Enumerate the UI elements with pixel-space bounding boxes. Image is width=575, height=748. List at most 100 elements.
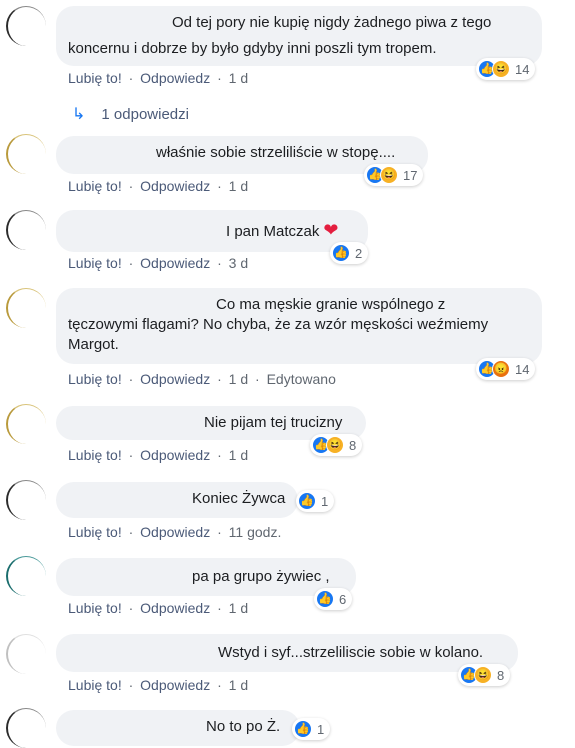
reaction-count: 14 [515,61,530,77]
reaction-count: 6 [339,591,347,607]
reply-link[interactable]: Odpowiedz [140,371,210,387]
avatar[interactable] [6,480,46,520]
like-link[interactable]: Lubię to! [68,371,122,387]
reaction-summary[interactable]: 👍 😆 8 [458,664,511,686]
separator: · [217,255,222,271]
reply-link[interactable]: Odpowiedz [140,524,210,540]
comment-actions: Lubię to! · Odpowiedz · 1 d [68,447,248,463]
comment-text: Od tej pory nie kupię nigdy żadnego piwa… [172,14,492,31]
comment-text: I pan Matczak [226,223,320,240]
timestamp[interactable]: 1 d [229,371,248,387]
reply-link[interactable]: Odpowiedz [140,70,210,86]
thumbs-up-icon: 👍 [316,590,334,608]
avatar[interactable] [6,210,46,250]
reaction-count: 14 [515,361,530,377]
like-link[interactable]: Lubię to! [68,600,122,616]
separator: · [217,371,222,387]
comment-actions: Lubię to! · Odpowiedz · 1 d [68,70,248,86]
reaction-summary[interactable]: 👍 1 [292,718,331,740]
comment-bubble: Koniec Żywca [56,482,298,518]
reaction-summary[interactable]: 👍 😠 14 [476,358,536,380]
like-link[interactable]: Lubię to! [68,70,122,86]
comment-text: No to po Ż. [206,718,281,735]
reaction-summary[interactable]: 👍 1 [296,490,335,512]
replies-count: 1 odpowiedzi [101,106,189,123]
like-link[interactable]: Lubię to! [68,255,122,271]
timestamp[interactable]: 1 d [229,447,248,463]
separator: · [128,255,134,271]
avatar[interactable] [6,708,46,748]
like-link[interactable]: Lubię to! [68,677,122,693]
separator: · [128,447,134,463]
haha-icon: 😆 [326,436,344,454]
haha-icon: 😆 [380,166,398,184]
reply-link[interactable]: Odpowiedz [140,600,210,616]
avatar[interactable] [6,134,46,174]
reaction-count: 1 [317,721,325,737]
angry-icon: 😠 [492,360,510,378]
heart-icon: ❤ [323,220,339,240]
timestamp[interactable]: 1 d [229,677,248,693]
avatar[interactable] [6,634,46,674]
comment-actions: Lubię to! · Odpowiedz · 1 d · Edytowano [68,371,336,387]
comment-bubble: Co ma męskie granie wspólnego z tęczowym… [56,288,542,364]
avatar[interactable] [6,404,46,444]
timestamp[interactable]: 1 d [229,70,248,86]
reaction-count: 17 [403,167,418,183]
like-link[interactable]: Lubię to! [68,447,122,463]
separator: · [128,524,134,540]
comment-bubble: pa pa grupo żywiec , [56,558,356,596]
thumbs-up-icon: 👍 [298,492,316,510]
comment-bubble: Od tej pory nie kupię nigdy żadnego piwa… [56,6,542,66]
timestamp[interactable]: 1 d [229,178,248,194]
comment-text-line2: tęczowymi flagami? No chyba, że za wzór … [68,316,489,333]
separator: · [217,677,222,693]
separator: · [255,371,260,387]
separator: · [217,600,222,616]
comment-text: Koniec Żywca [192,490,286,507]
comment-actions: Lubię to! · Odpowiedz · 1 d [68,600,248,616]
reaction-count: 8 [349,437,357,453]
reaction-count: 2 [355,245,363,261]
haha-icon: 😆 [492,60,510,78]
avatar[interactable] [6,556,46,596]
reply-arrow-icon: ↳ [72,106,86,123]
thumbs-up-icon: 👍 [332,244,350,262]
comment-text: Co ma męskie granie wspólnego z [216,296,446,313]
reply-link[interactable]: Odpowiedz [140,447,210,463]
comment-text-line2: koncernu i dobrze by było gdyby inni pos… [68,40,437,57]
reaction-summary[interactable]: 👍 😆 17 [364,164,424,186]
reaction-summary[interactable]: 👍 6 [314,588,353,610]
comment-bubble: Wstyd i syf...strzeliliscie sobie w kola… [56,634,518,672]
avatar[interactable] [6,288,46,328]
view-replies-link[interactable]: ↳ 1 odpowiedzi [72,104,189,124]
timestamp[interactable]: 1 d [229,600,248,616]
comment-text: Wstyd i syf...strzeliliscie sobie w kola… [218,644,484,661]
like-link[interactable]: Lubię to! [68,178,122,194]
avatar[interactable] [6,6,46,46]
timestamp[interactable]: 3 d [229,255,248,271]
reaction-count: 1 [321,493,329,509]
reply-link[interactable]: Odpowiedz [140,255,210,271]
reaction-summary[interactable]: 👍 2 [330,242,369,264]
separator: · [217,447,222,463]
reply-link[interactable]: Odpowiedz [140,178,210,194]
comment-actions: Lubię to! · Odpowiedz · 11 godz. [68,524,281,540]
separator: · [217,178,222,194]
comment-actions: Lubię to! · Odpowiedz · 1 d [68,178,248,194]
comment-text-line3: Margot. [68,336,119,353]
separator: · [128,178,134,194]
thumbs-up-icon: 👍 [294,720,312,738]
reaction-summary[interactable]: 👍 😆 8 [310,434,363,456]
edited-label[interactable]: Edytowano [267,371,336,387]
separator: · [128,677,134,693]
separator: · [128,600,134,616]
comment-text: pa pa grupo żywiec , [192,568,330,585]
separator: · [217,524,222,540]
like-link[interactable]: Lubię to! [68,524,122,540]
reaction-summary[interactable]: 👍 😆 14 [476,58,536,80]
reply-link[interactable]: Odpowiedz [140,677,210,693]
comment-bubble: I pan Matczak ❤ [56,210,368,252]
timestamp[interactable]: 11 godz. [229,524,282,540]
comment-actions: Lubię to! · Odpowiedz · 1 d [68,677,248,693]
